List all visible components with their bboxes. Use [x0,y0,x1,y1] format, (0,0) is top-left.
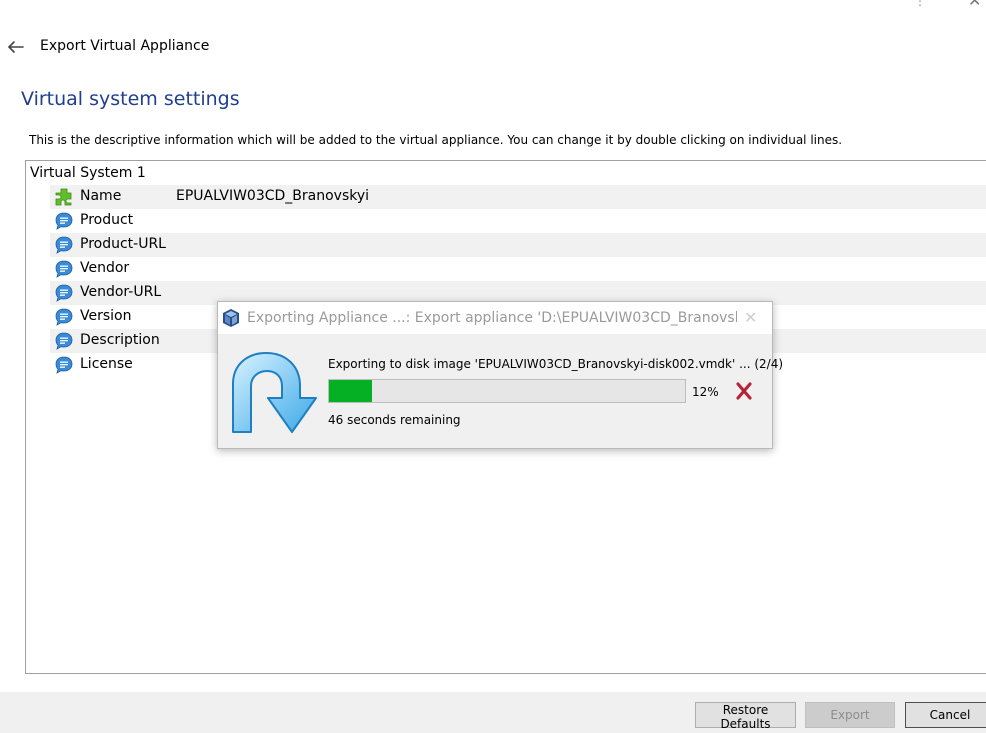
row-label: Description [80,332,160,348]
row-label: Vendor [80,260,130,276]
speech-bubble-icon [55,260,73,278]
speech-bubble-icon [55,284,73,302]
progress-fill [329,380,372,402]
back-button[interactable] [6,36,26,58]
virtualbox-icon [223,309,239,327]
cancel-export-button[interactable] [734,381,754,401]
export-appliance-window: ⋮ ✕ Export Virtual Appliance Virtual sys… [0,0,986,733]
restore-defaults-button[interactable]: Restore Defaults [695,702,796,731]
wizard-title: Export Virtual Appliance [40,38,210,54]
export-progress-bar [328,379,686,403]
row-label: Product [80,212,134,228]
speech-bubble-icon [55,308,73,326]
row-label: Name [80,188,122,204]
speech-bubble-icon [55,332,73,350]
progress-message: Exporting to disk image 'EPUALVIW03CD_Br… [328,357,784,371]
row-label: Vendor-URL [80,284,162,300]
section-description: This is the descriptive information whic… [29,133,843,147]
dialog-close-icon[interactable]: ✕ [744,308,757,327]
export-progress-dialog: Exporting Appliance ...: Export applianc… [217,301,783,449]
row-label: Product-URL [80,236,166,252]
row-label: Version [80,308,132,324]
tree-row-product[interactable]: Product [50,209,986,233]
time-remaining: 46 seconds remaining [328,413,461,427]
name-puzzle-icon [55,188,72,206]
row-value[interactable]: EPUALVIW03CD_Branovskyi [176,188,369,204]
dialog-titlebar: Exporting Appliance ...: Export applianc… [218,302,772,334]
export-button[interactable]: Export [805,702,895,728]
speech-bubble-icon [55,212,73,230]
tree-row-vendor[interactable]: Vendor [50,257,986,281]
speech-bubble-icon [55,236,73,254]
tree-root-item[interactable]: Virtual System 1 [30,165,146,181]
progress-percent: 12% [692,385,719,399]
dialog-title: Exporting Appliance ...: Export applianc… [247,310,737,326]
cancel-x-icon [736,382,752,400]
speech-bubble-icon [55,356,73,374]
more-options-icon[interactable]: ⋮ [914,0,926,8]
tree-row-product-url[interactable]: Product-URL [50,233,986,257]
export-arrow-icon [232,352,317,433]
row-label: License [80,356,133,372]
window-close-icon[interactable]: ✕ [968,0,981,10]
cancel-button[interactable]: Cancel [905,702,986,728]
tree-row-name[interactable]: Name EPUALVIW03CD_Branovskyi [50,185,986,209]
section-title: Virtual system settings [21,88,240,110]
back-arrow-icon [7,41,24,53]
